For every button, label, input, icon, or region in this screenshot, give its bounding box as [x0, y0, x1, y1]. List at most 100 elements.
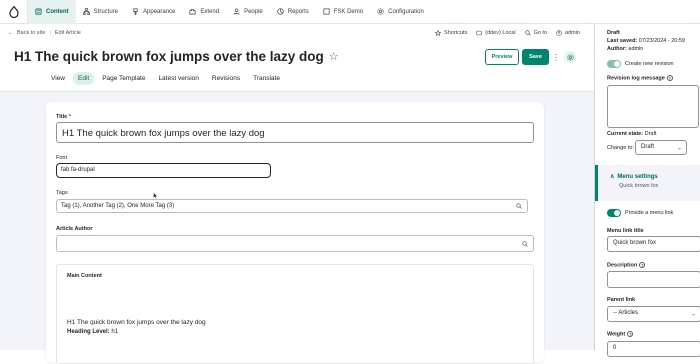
toolbar-item-appearance[interactable]: Appearance	[125, 0, 182, 24]
tags-field[interactable]: Tag (1), Another Tag (2), One More Tag (…	[56, 199, 528, 213]
toolbar-item-extend[interactable]: Extend	[182, 0, 226, 24]
user-icon	[556, 30, 562, 36]
back-arrow-icon: ←	[8, 30, 14, 36]
toolbar-label: Structure	[93, 8, 119, 15]
parent-link-label: Parent link	[607, 297, 636, 303]
appearance-icon	[132, 8, 139, 15]
tab-edit[interactable]: Edit	[72, 72, 95, 85]
preview-button[interactable]: Preview	[485, 49, 519, 65]
page-title-row: H1 The quick brown fox jumps over the la…	[14, 49, 339, 64]
back-to-site-link[interactable]: Back to site	[17, 30, 45, 36]
help-icon[interactable]: ?	[639, 262, 646, 268]
status-label: Draft	[607, 30, 620, 36]
people-icon	[233, 8, 240, 15]
toolbar-item-people[interactable]: People	[226, 0, 270, 24]
main-content-text: H1 The quick brown fox jumps over the la…	[67, 319, 206, 326]
reports-icon	[277, 8, 284, 15]
mouse-cursor-icon	[153, 192, 158, 199]
main-content-paragraph: Main Content H1 The quick brown fox jump…	[56, 264, 534, 364]
breadcrumb-divider: |	[49, 30, 51, 36]
create-revision-toggle[interactable]	[607, 60, 621, 68]
change-to-value: Draft	[641, 144, 655, 150]
chevron-down-icon: ⌄	[690, 311, 696, 318]
page-title: H1 The quick brown fox jumps over the la…	[14, 49, 324, 64]
toolbar-label: Appearance	[143, 8, 176, 15]
save-button[interactable]: Save	[522, 49, 549, 65]
tags-label: Tags	[56, 190, 68, 196]
structure-icon	[82, 8, 90, 15]
toolbar-item-content[interactable]: Content	[28, 0, 76, 24]
article-author-label: Article Author	[56, 226, 93, 232]
current-state-value: Draft	[644, 131, 657, 137]
description-field[interactable]	[607, 271, 700, 288]
parent-link-select[interactable]: -- Articles ⌄	[607, 306, 700, 322]
change-to-label: Change to:	[607, 145, 634, 151]
help-icon[interactable]: ?	[666, 75, 673, 81]
tab-view[interactable]: View	[46, 72, 70, 85]
chevron-down-icon: ⌄	[676, 145, 682, 151]
title-label: Title *	[56, 114, 71, 120]
last-saved-value: 07/23/2024 - 20:59	[638, 38, 685, 44]
environment-indicator[interactable]: (ddev) Local	[476, 30, 516, 36]
goto-button[interactable]: Go to	[524, 30, 548, 36]
menu-settings-summary: Quick brown fox	[619, 183, 659, 189]
provide-menu-link-toggle[interactable]	[607, 209, 621, 217]
admin-menu: Content Structure Appearance Extend Peop…	[28, 0, 431, 24]
font-field[interactable]: fab fa-drupal	[56, 163, 271, 178]
provide-menu-link-label: Provide a menu link	[625, 210, 674, 216]
settings-gear-icon[interactable]	[564, 51, 576, 63]
parent-link-value: -- Articles	[613, 310, 639, 316]
author-info: Author: admin	[607, 46, 643, 52]
author-info-label: Author:	[607, 46, 627, 52]
toolbar-item-fsk-demo[interactable]: FSK Demo	[316, 0, 370, 24]
toolbar-item-structure[interactable]: Structure	[76, 0, 125, 24]
drupal-logo-icon[interactable]	[0, 0, 28, 24]
toolbar-label: FSK Demo	[333, 8, 364, 15]
required-marker: *	[68, 114, 71, 120]
favorite-star-icon[interactable]: ☆	[329, 50, 339, 63]
main-content-area: ← Back to site | Edit Article Shortcuts …	[0, 24, 594, 364]
environment-label: (ddev) Local	[485, 30, 516, 36]
shortcuts-label: Shortcuts	[444, 30, 468, 36]
tab-revisions[interactable]: Revisions	[207, 72, 245, 85]
search-icon	[524, 30, 531, 36]
weight-field[interactable]: 0	[607, 341, 700, 357]
last-saved: Last saved: 07/23/2024 - 20:59	[607, 38, 685, 44]
description-label: Description?	[607, 262, 646, 269]
revision-log-label: Revision log message?	[607, 75, 673, 82]
user-menu[interactable]: admin	[556, 30, 580, 36]
revision-log-textarea[interactable]	[607, 85, 699, 128]
font-label: Font	[56, 155, 68, 161]
breadcrumb-current: Edit Article	[54, 30, 81, 36]
menu-settings-section[interactable]: ∧ Menu settings Quick brown fox	[595, 165, 700, 201]
edit-form-card: Title * H1 The quick brown fox jumps ove…	[46, 102, 544, 364]
more-actions-icon[interactable]: ⋮	[552, 51, 560, 63]
search-icon	[516, 203, 522, 209]
help-icon[interactable]: ?	[627, 331, 634, 337]
menu-link-title-field[interactable]: Quick brown fox	[607, 236, 700, 252]
heading-level: Heading Level: h1	[67, 329, 118, 335]
chevron-up-icon: ∧	[610, 174, 615, 180]
extend-icon	[189, 8, 196, 15]
change-to-select[interactable]: Draft ⌄	[635, 140, 687, 155]
tab-translate[interactable]: Translate	[248, 72, 285, 85]
last-saved-label: Last saved:	[607, 38, 638, 44]
configuration-icon	[377, 8, 384, 15]
goto-label: Go to	[533, 30, 548, 36]
shortcuts-button[interactable]: Shortcuts	[435, 30, 467, 36]
tab-latest-version[interactable]: Latest version	[153, 72, 203, 85]
meta-sidebar: Draft Last saved: 07/23/2024 - 20:59 Aut…	[594, 24, 700, 357]
tab-page-template[interactable]: Page Template	[97, 72, 150, 85]
environment-icon	[476, 30, 482, 36]
title-field[interactable]: H1 The quick brown fox jumps over the la…	[56, 122, 534, 143]
menu-link-title-label: Menu link title	[607, 228, 644, 234]
toolbar-item-reports[interactable]: Reports	[270, 0, 316, 24]
local-tasks-tabs: View Edit Page Template Latest version R…	[46, 72, 285, 85]
tags-value: Tag (1), Another Tag (2), One More Tag (…	[61, 203, 175, 209]
weight-label: Weight?	[607, 331, 634, 338]
menu-settings-title: ∧ Menu settings	[610, 174, 658, 180]
toolbar-item-configuration[interactable]: Configuration	[370, 0, 431, 24]
star-icon	[435, 30, 442, 36]
article-author-field[interactable]	[56, 235, 534, 252]
toolbar-label: Content	[46, 8, 69, 15]
